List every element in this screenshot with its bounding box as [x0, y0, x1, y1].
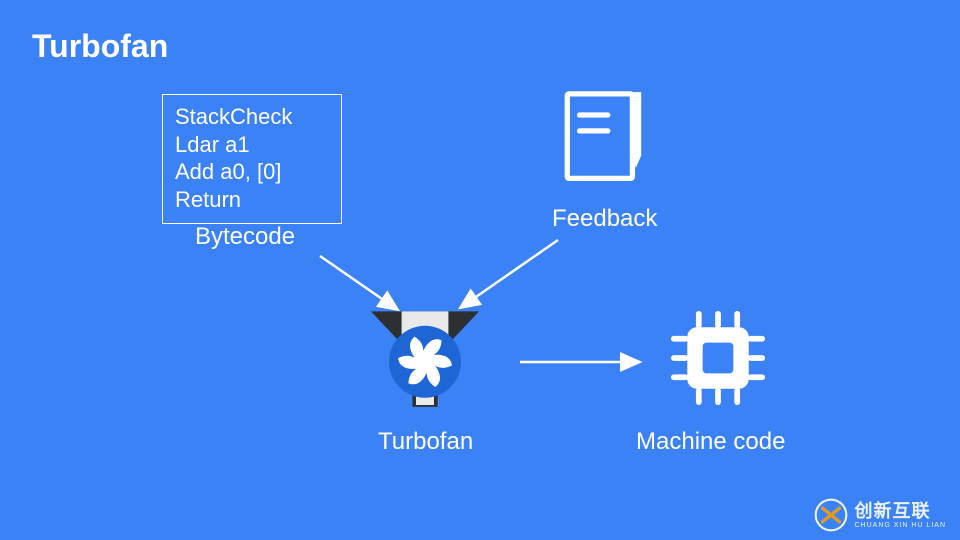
- arrow-feedback-to-turbofan: [460, 240, 558, 308]
- turbofan-label: Turbofan: [378, 428, 473, 456]
- watermark-logo-icon: [814, 498, 848, 532]
- watermark-text: 创新互联 CHUANG XIN HU LIAN: [854, 502, 946, 529]
- watermark-brand: 创新互联: [854, 501, 930, 521]
- cpu-icon: [670, 310, 766, 406]
- watermark: 创新互联 CHUANG XIN HU LIAN: [814, 498, 946, 532]
- diagram-arrows: [0, 0, 960, 540]
- bytecode-line: Ldar a1: [175, 131, 329, 159]
- turbofan-icon: [370, 306, 480, 414]
- feedback-label: Feedback: [552, 205, 657, 233]
- bytecode-line: Add a0, [0]: [175, 158, 329, 186]
- page-title: Turbofan: [32, 28, 168, 65]
- feedback-icon: [562, 88, 650, 186]
- watermark-sub: CHUANG XIN HU LIAN: [854, 522, 946, 529]
- machine-code-label: Machine code: [636, 428, 785, 456]
- bytecode-line: StackCheck: [175, 103, 329, 131]
- bytecode-line: Return: [175, 186, 329, 214]
- arrow-bytecode-to-turbofan: [320, 256, 398, 310]
- bytecode-box: StackCheck Ldar a1 Add a0, [0] Return: [162, 94, 342, 224]
- bytecode-label: Bytecode: [195, 223, 295, 251]
